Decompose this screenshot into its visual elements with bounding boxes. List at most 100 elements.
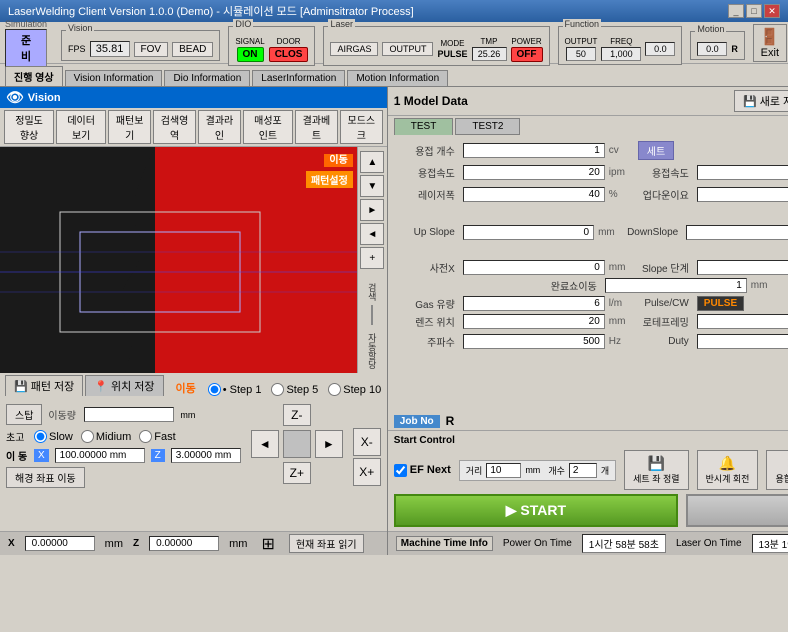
tab-dio-info[interactable]: Dio Information	[164, 70, 250, 86]
prex-input[interactable]	[463, 260, 605, 275]
alarm-button[interactable]: 🔔 반시계 회전	[697, 450, 759, 490]
coord-move-button[interactable]: 해경 좌표 이동	[6, 467, 85, 488]
laser-width-input[interactable]	[463, 187, 605, 202]
x-minus2-button[interactable]: X-	[353, 428, 381, 456]
downslope-input[interactable]	[686, 225, 788, 240]
vision-toolbar: 정밀도향상 데이터보기 패턴보기 검색영역 결과라인 매성포인트 결과베트 모드…	[0, 108, 387, 147]
z-unit: mm	[229, 538, 247, 550]
vision-btn-data[interactable]: 데이터보기	[56, 110, 106, 144]
z-input[interactable]	[171, 448, 241, 463]
count-label: 개수	[548, 464, 565, 477]
side-right-button[interactable]: ►	[360, 199, 384, 221]
z-up-button[interactable]: Z-	[283, 404, 311, 426]
step5-radio[interactable]	[271, 383, 284, 396]
x-unit: mm	[105, 538, 123, 550]
vision-title: Vision	[28, 92, 61, 104]
duty-input[interactable]	[697, 334, 788, 349]
x-plus2-button[interactable]: X+	[353, 458, 381, 486]
slow-radio[interactable]: Slow	[34, 430, 73, 443]
complete-move-input[interactable]	[605, 278, 747, 293]
pattern-label: 패턴설정	[306, 171, 353, 188]
dio-section-label: DIO	[233, 19, 253, 29]
medium-radio[interactable]: Midium	[81, 430, 131, 443]
start-button[interactable]: ▶ START	[394, 494, 678, 527]
step10-radio[interactable]	[328, 383, 341, 396]
step1-label: • Step 1	[223, 384, 262, 396]
step1-radio[interactable]	[208, 383, 221, 396]
vision-btn-precision[interactable]: 정밀도향상	[4, 110, 54, 144]
dist-input[interactable]	[486, 463, 521, 478]
lens-input[interactable]	[463, 314, 605, 329]
x-input[interactable]	[55, 448, 145, 463]
robot-tab-pattern[interactable]: 💾 패턴 저장	[5, 375, 83, 396]
machine-time-label: Machine Time Info	[396, 536, 493, 551]
move-status: 이동	[176, 380, 196, 396]
read-position-button[interactable]: 현재 좌표 읽기	[289, 534, 364, 553]
move-mode-label: 초고	[6, 429, 28, 444]
tab-laser-info[interactable]: LaserInformation	[252, 70, 345, 86]
step10-label: Step 10	[343, 384, 381, 396]
dist-label: 거리	[466, 464, 483, 477]
tab-video[interactable]: 진행 영상	[5, 66, 63, 86]
count-input[interactable]	[569, 463, 597, 478]
freq-label: FREQ	[610, 37, 632, 46]
upslope-input[interactable]	[463, 225, 594, 240]
rotation-framing-input[interactable]	[697, 314, 788, 329]
slope-step-input[interactable]	[697, 260, 788, 275]
x-position-input[interactable]	[25, 536, 95, 551]
ef-next-checkbox[interactable]: EF Next	[394, 464, 451, 477]
weld-speed-rpm-input[interactable]	[697, 165, 788, 180]
gas-input[interactable]	[463, 296, 605, 311]
x-minus-button[interactable]: ◄	[251, 430, 279, 458]
model-title: 1 Model Data	[394, 94, 728, 108]
side-plus-button[interactable]: +	[360, 247, 384, 269]
vision-status-tag: 이동	[324, 151, 352, 166]
weld-count-input[interactable]	[463, 143, 605, 158]
side-left-button[interactable]: ◄	[360, 223, 384, 245]
vision-btn-result2[interactable]: 결과베트	[295, 110, 338, 144]
test-tabs: TEST TEST2	[388, 116, 788, 137]
start-control-title: Start Control	[394, 435, 788, 446]
step5-label: Step 5	[286, 384, 318, 396]
motion-value: 0.0	[697, 42, 727, 56]
robot-tab-position[interactable]: 📍 위치 저장	[85, 375, 163, 396]
bead-button[interactable]: BEAD	[172, 42, 213, 57]
stop-button[interactable]: 스탑	[6, 404, 42, 425]
param-row-lens: 렌즈 위치 mm 로테프레밍 mm	[394, 314, 788, 329]
title-bar: LaserWelding Client Version 1.0.0 (Demo)…	[0, 0, 788, 22]
close-button[interactable]: ✕	[764, 4, 780, 18]
x-plus-button[interactable]: ►	[315, 430, 343, 458]
minimize-button[interactable]: _	[728, 4, 744, 18]
maximize-button[interactable]: □	[746, 4, 762, 18]
vision-btn-search[interactable]: 검색영역	[153, 110, 196, 144]
save-new-button[interactable]: 💾새로 저장	[734, 90, 788, 112]
vision-btn-point[interactable]: 매성포인트	[243, 110, 293, 144]
weld-position-button[interactable]: ✕ 용합위치	[766, 450, 788, 490]
vision-btn-result[interactable]: 결과라인	[198, 110, 241, 144]
test2-tab[interactable]: TEST2	[455, 118, 520, 135]
freq-input[interactable]	[463, 334, 605, 349]
set-position-button[interactable]: 💾 세트 좌 정렬	[624, 450, 688, 490]
main-toolbar: Simulation 준비 Vision FPS 35.81 FOV BEAD …	[0, 22, 788, 64]
exit-button[interactable]: 🚪 Exit	[753, 24, 787, 62]
airgas-button[interactable]: AIRGAS	[330, 42, 378, 56]
test1-tab[interactable]: TEST	[394, 118, 454, 135]
fov-button[interactable]: FOV	[134, 42, 169, 57]
z-down-button[interactable]: Z+	[283, 462, 311, 484]
output-button[interactable]: OUTPUT	[382, 42, 433, 56]
side-down-button[interactable]: ▼	[360, 175, 384, 197]
tab-motion-info[interactable]: Motion Information	[347, 70, 448, 86]
door-value: CLOS	[269, 47, 309, 62]
vision-btn-mode[interactable]: 모드스크	[340, 110, 383, 144]
fast-radio[interactable]: Fast	[139, 430, 175, 443]
set-button[interactable]: 세트	[638, 141, 674, 160]
laser-on-value: 13분 19초	[752, 534, 788, 553]
side-up-button[interactable]: ▲	[360, 151, 384, 173]
weld-speed-input[interactable]	[463, 165, 605, 180]
vision-btn-pattern[interactable]: 패턴보기	[108, 110, 151, 144]
z-position-input[interactable]	[149, 536, 219, 551]
updown-input[interactable]	[697, 187, 788, 202]
tab-vision-info[interactable]: Vision Information	[65, 70, 163, 86]
stop-weld-button[interactable]: ■ STOP	[686, 494, 788, 527]
move-speed-input[interactable]	[84, 407, 174, 422]
